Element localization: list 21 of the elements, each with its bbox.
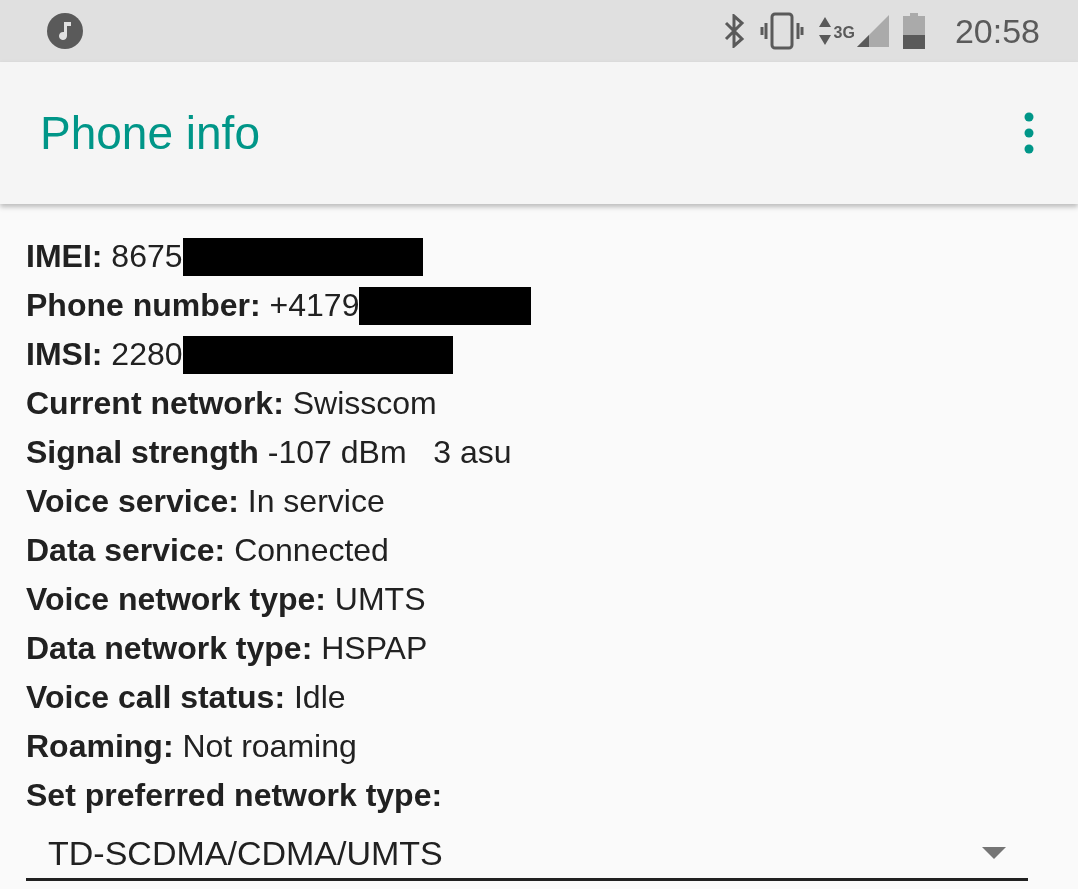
clock-time: 20:58: [954, 11, 1040, 51]
info-line: Data network type: HSPAP: [26, 630, 428, 667]
info-line: Voice call status: Idle: [26, 679, 346, 716]
info-line: Signal strength -107 dBm 3 asu: [26, 434, 512, 471]
network-type-dropdown[interactable]: TD-SCDMA/CDMA/UMTS: [26, 828, 1028, 881]
info-line: IMSI: 2280: [26, 336, 183, 373]
info-line: Voice service: In service: [26, 483, 385, 520]
battery-icon: [902, 13, 925, 49]
signal-icon: [856, 15, 889, 47]
info-line: Current network: Swisscom: [26, 385, 437, 422]
app-title: Phone info: [40, 106, 261, 160]
info-line: Phone number: +4179: [26, 287, 360, 324]
info-line: IMEI: 8675: [26, 238, 183, 275]
music-note-icon: [47, 13, 83, 49]
network-type-label: 3G: [833, 24, 855, 42]
preferred-network-label: Set preferred network type:: [26, 777, 443, 814]
vibrate-icon: [759, 12, 804, 50]
info-line: Voice network type: UMTS: [26, 581, 426, 618]
dropdown-arrow-icon: [982, 847, 1006, 859]
info-line: Roaming: Not roaming: [26, 728, 357, 765]
info-line: Data service: Connected: [26, 532, 389, 569]
